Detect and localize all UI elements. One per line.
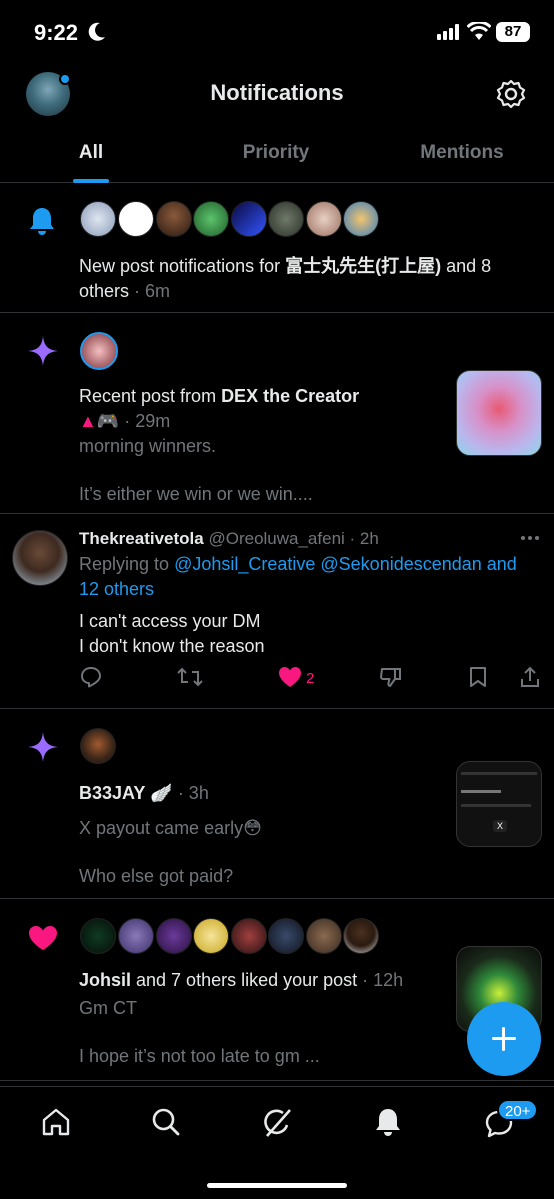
battery-indicator: 87 bbox=[496, 22, 530, 42]
heart-icon bbox=[29, 926, 57, 950]
tab-priority[interactable]: Priority bbox=[226, 142, 326, 164]
settings-gear-icon[interactable] bbox=[496, 79, 526, 109]
avatar[interactable] bbox=[118, 918, 154, 954]
reply-body: I can't access your DM bbox=[79, 611, 261, 631]
plus-icon bbox=[502, 1027, 505, 1051]
divider bbox=[0, 513, 554, 514]
reply-body: I don't know the reason bbox=[79, 636, 265, 656]
avatar[interactable] bbox=[193, 918, 229, 954]
divider bbox=[0, 1080, 554, 1081]
search-icon[interactable] bbox=[151, 1107, 181, 1137]
post-preview: I hope it’s not too late to gm ... bbox=[79, 1046, 320, 1066]
divider bbox=[0, 898, 554, 899]
bookmark-icon[interactable] bbox=[468, 666, 488, 688]
bell-icon bbox=[30, 208, 54, 235]
notification-text[interactable]: New post notifications for 富士丸先生(打上屋) an… bbox=[79, 254, 539, 304]
more-options-icon[interactable] bbox=[520, 535, 540, 541]
post-preview: Gm CT bbox=[79, 998, 137, 1018]
dislike-icon[interactable] bbox=[380, 666, 402, 688]
avatar[interactable] bbox=[268, 918, 304, 954]
like-count: 2 bbox=[306, 670, 315, 687]
moon-icon bbox=[88, 22, 105, 41]
tab-mentions[interactable]: Mentions bbox=[410, 142, 514, 164]
header: Notifications bbox=[0, 64, 554, 124]
post-preview: X payout came early😳 bbox=[79, 818, 262, 838]
post-preview: morning winners. bbox=[79, 436, 217, 456]
divider bbox=[0, 312, 554, 313]
avatar[interactable] bbox=[80, 332, 118, 370]
avatar[interactable] bbox=[231, 201, 267, 237]
wifi-icon bbox=[467, 22, 491, 40]
status-bar: 9:22 87 bbox=[0, 0, 554, 64]
status-time: 9:22 bbox=[34, 20, 79, 45]
home-indicator bbox=[207, 1183, 347, 1188]
replying-to[interactable]: Replying to @Johsil_Creative @Sekonidesc… bbox=[79, 552, 544, 602]
sparkle-icon bbox=[28, 732, 58, 762]
avatar[interactable] bbox=[193, 201, 229, 237]
cellular-signal-icon bbox=[437, 24, 459, 40]
avatar[interactable] bbox=[306, 201, 342, 237]
avatar[interactable] bbox=[268, 201, 304, 237]
reply-icon[interactable] bbox=[80, 666, 102, 688]
notification-text[interactable]: Johsil and 7 others liked your post · 12… bbox=[79, 968, 449, 993]
like-icon[interactable] bbox=[278, 666, 302, 688]
notification-text[interactable]: Recent post from DEX the Creator ▲🎮 · 29… bbox=[79, 384, 449, 434]
avatar[interactable] bbox=[231, 918, 267, 954]
avatar[interactable] bbox=[80, 918, 116, 954]
avatar[interactable] bbox=[343, 918, 379, 954]
sparkle-icon bbox=[28, 336, 58, 366]
avatar[interactable] bbox=[306, 918, 342, 954]
divider bbox=[0, 708, 554, 709]
notification-text[interactable]: B33JAY 🪽 · 3h bbox=[79, 781, 439, 806]
page-title: Notifications bbox=[210, 80, 344, 105]
grok-icon[interactable] bbox=[261, 1107, 293, 1139]
avatar[interactable] bbox=[156, 918, 192, 954]
avatar[interactable] bbox=[343, 201, 379, 237]
notifications-icon[interactable] bbox=[374, 1107, 402, 1137]
share-icon[interactable] bbox=[520, 666, 540, 688]
post-preview: It’s either we win or we win.... bbox=[79, 484, 313, 504]
avatar[interactable] bbox=[12, 530, 68, 586]
post-preview: Who else got paid? bbox=[79, 866, 234, 886]
tab-bar: All Priority Mentions bbox=[0, 130, 554, 183]
messages-badge: 20+ bbox=[497, 1099, 539, 1121]
avatar[interactable] bbox=[118, 201, 154, 237]
tab-all[interactable]: All bbox=[60, 142, 122, 164]
reply-header[interactable]: Thekreativetola @Oreoluwa_afeni · 2h bbox=[79, 526, 529, 551]
avatar[interactable] bbox=[80, 201, 116, 237]
repost-icon[interactable] bbox=[177, 666, 203, 688]
post-thumbnail[interactable] bbox=[456, 370, 542, 456]
active-tab-indicator bbox=[73, 179, 109, 183]
post-thumbnail[interactable]: X bbox=[456, 761, 542, 847]
bottom-nav: 20+ bbox=[0, 1086, 554, 1199]
avatar[interactable] bbox=[80, 728, 116, 764]
home-icon[interactable] bbox=[41, 1107, 71, 1137]
avatar[interactable] bbox=[156, 201, 192, 237]
compose-post-button[interactable] bbox=[467, 1002, 541, 1076]
